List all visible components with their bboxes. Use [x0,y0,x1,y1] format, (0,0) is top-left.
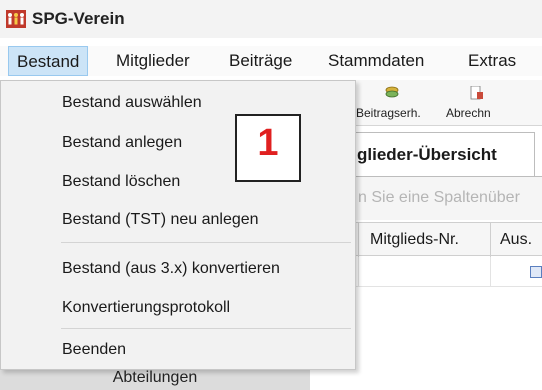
menu-item-bestand-tst-neu-anlegen[interactable]: Bestand (TST) neu anlegen [1,203,355,237]
menu-separator [61,242,351,243]
menu-item-beenden[interactable]: Beenden [1,333,355,367]
menu-item-bestand-anlegen[interactable]: Bestand anlegen [1,126,355,160]
toolbar-button-beitragserh[interactable]: Beitragserh. [356,84,442,122]
bestand-dropdown-menu: Bestand auswählen Bestand anlegen Bestan… [0,80,356,370]
menu-item-label: Konvertierungsprotokoll [62,299,231,316]
menu-item-label: Bestand (TST) neu anlegen [62,211,259,228]
column-separator [358,257,359,287]
people-logo-icon [6,10,26,28]
toolbar-button-beitragserh-label: Beitragserh. [356,106,421,120]
menu-bestand[interactable]: Bestand [8,46,89,76]
column-separator [490,223,491,257]
toolbar-button-abrechn[interactable]: Abrechn [446,84,542,122]
annotation-callout: 1 [235,114,301,182]
column-separator [490,257,491,287]
menu-item-bestand-loeschen[interactable]: Bestand löschen [1,165,355,199]
tab-label: glieder-Übersicht [357,145,497,164]
menu-beitraege[interactable]: Beiträge [221,46,300,76]
menu-item-label: Bestand auswählen [62,94,202,111]
annotation-number: 1 [257,122,279,164]
column-header-mitglieds-nr[interactable]: Mitglieds-Nr. [370,231,459,249]
menu-bar: Bestand Mitglieder Beiträge Stammdaten E… [0,46,542,76]
column-separator [358,223,359,257]
menu-item-bestand-auswaehlen[interactable]: Bestand auswählen [1,86,355,120]
row-checkbox[interactable] [530,266,542,278]
menu-item-label: Beenden [62,341,127,358]
column-header-aus[interactable]: Aus. [500,231,532,249]
menu-item-label: Bestand löschen [62,173,181,190]
coins-icon [385,86,399,98]
menu-separator [61,328,351,329]
invoice-icon [470,86,483,100]
menu-item-bestand-konvertieren[interactable]: Bestand (aus 3.x) konvertieren [1,252,355,286]
menu-extras[interactable]: Extras [460,46,524,76]
group-hint-text: n Sie eine Spaltenüber [358,189,520,206]
toolbar-button-abrechn-label: Abrechn [446,106,491,120]
menu-item-konvertierungsprotokoll[interactable]: Konvertierungsprotokoll [1,291,355,325]
menu-mitglieder[interactable]: Mitglieder [108,46,198,76]
menu-stammdaten[interactable]: Stammdaten [320,46,432,76]
app-title: SPG-Verein [32,9,125,28]
menu-item-label: Bestand (aus 3.x) konvertieren [62,260,280,277]
menu-item-label: Bestand anlegen [62,134,183,151]
title-bar: SPG-Verein [0,0,542,38]
